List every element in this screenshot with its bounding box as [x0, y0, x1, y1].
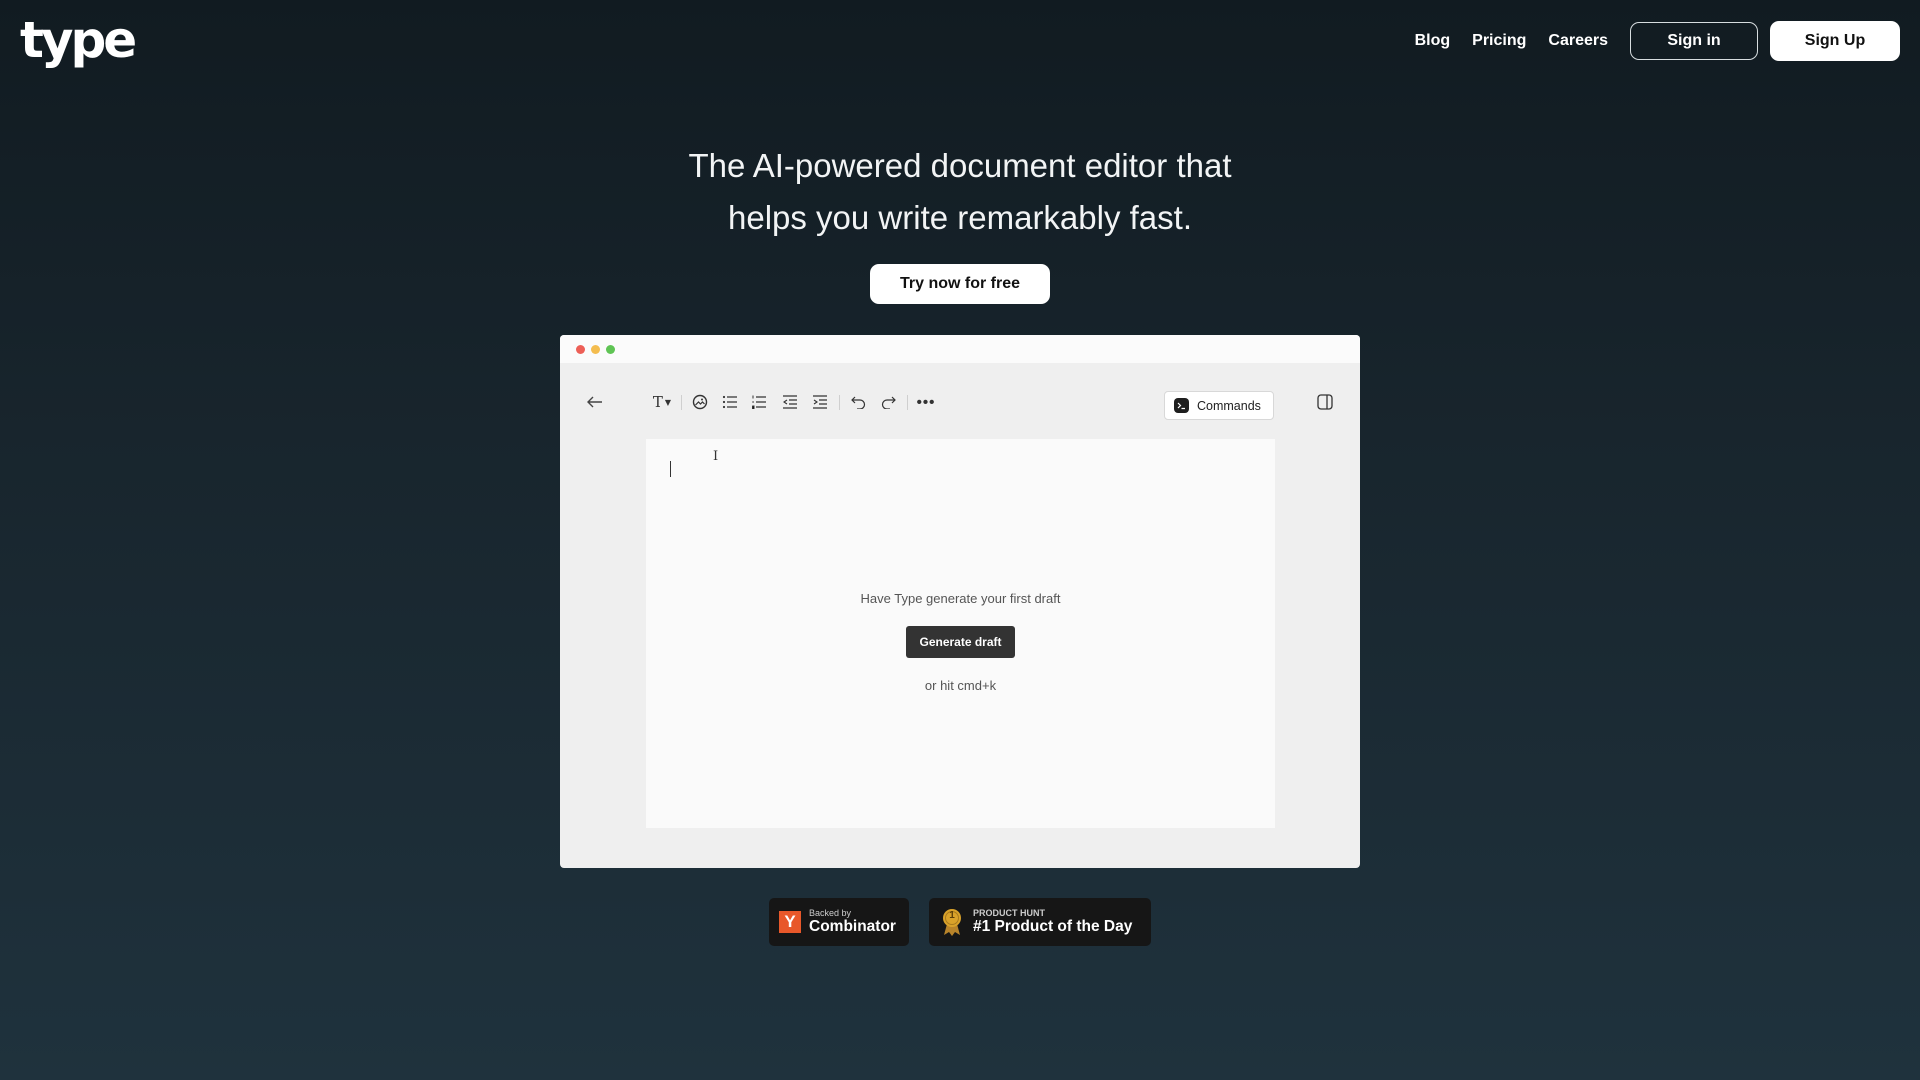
yc-badge-text: Backed by Combinator	[809, 908, 896, 936]
close-dot-icon	[576, 345, 585, 354]
yc-badge-small: Backed by	[809, 908, 852, 918]
sign-up-button[interactable]: Sign Up	[1770, 21, 1900, 61]
yc-badge-big: Combinator	[809, 918, 896, 935]
bullet-list-icon[interactable]	[719, 391, 741, 413]
shortcut-hint: or hit cmd+k	[924, 678, 997, 693]
maximize-dot-icon	[606, 345, 615, 354]
medal-icon: 1	[941, 908, 963, 936]
more-icon[interactable]: •••	[915, 391, 937, 413]
hero-line-2: helps you write remarkably fast.	[727, 199, 1192, 236]
hero-line-1: The AI-powered document editor that	[688, 147, 1232, 184]
outdent-icon[interactable]	[779, 391, 801, 413]
toolbar-divider	[907, 395, 908, 410]
toolbar-divider	[681, 395, 682, 410]
document-page[interactable]: I Have Type generate your first draft Ge…	[646, 439, 1275, 828]
ph-badge-small: PRODUCT HUNT	[973, 908, 1045, 918]
hero-headline: The AI-powered document editor that help…	[560, 140, 1360, 244]
indent-icon[interactable]	[809, 391, 831, 413]
generate-draft-button[interactable]: Generate draft	[906, 626, 1015, 658]
commands-button[interactable]: Commands	[1164, 391, 1274, 420]
nav-pricing[interactable]: Pricing	[1472, 32, 1526, 50]
text-style-icon[interactable]: T ▼	[648, 391, 676, 413]
yc-logo-icon: Y	[779, 911, 801, 933]
sign-in-button[interactable]: Sign in	[1630, 22, 1758, 60]
minimize-dot-icon	[591, 345, 600, 354]
empty-state-hint: Have Type generate your first draft	[860, 591, 1061, 606]
numbered-list-icon[interactable]	[748, 391, 770, 413]
back-arrow-icon[interactable]	[584, 391, 606, 413]
medal-number: 1	[949, 910, 955, 921]
redo-icon[interactable]	[877, 391, 899, 413]
nav-careers[interactable]: Careers	[1548, 32, 1608, 50]
window-titlebar	[560, 335, 1360, 363]
commands-label: Commands	[1197, 398, 1261, 413]
product-hunt-badge[interactable]: 1 PRODUCT HUNT #1 Product of the Day	[929, 898, 1151, 946]
sidebar-toggle-icon[interactable]	[1314, 391, 1336, 413]
ibeam-cursor-icon: I	[713, 449, 719, 464]
toolbar-divider	[839, 395, 840, 410]
ph-badge-text: PRODUCT HUNT #1 Product of the Day	[973, 908, 1132, 936]
logo[interactable]: type	[20, 8, 137, 72]
nav-blog[interactable]: Blog	[1415, 32, 1451, 50]
terminal-icon	[1174, 398, 1189, 413]
image-icon[interactable]	[689, 391, 711, 413]
undo-icon[interactable]	[847, 391, 869, 413]
try-free-button[interactable]: Try now for free	[870, 264, 1050, 304]
editor-window: T ▼ ••• Commands I Have Type generate yo…	[560, 335, 1360, 868]
top-nav: Blog Pricing Careers Sign in Sign Up	[1415, 21, 1900, 61]
text-caret	[670, 461, 671, 477]
ph-badge-big: #1 Product of the Day	[973, 918, 1133, 935]
yc-badge[interactable]: Y Backed by Combinator	[769, 898, 909, 946]
